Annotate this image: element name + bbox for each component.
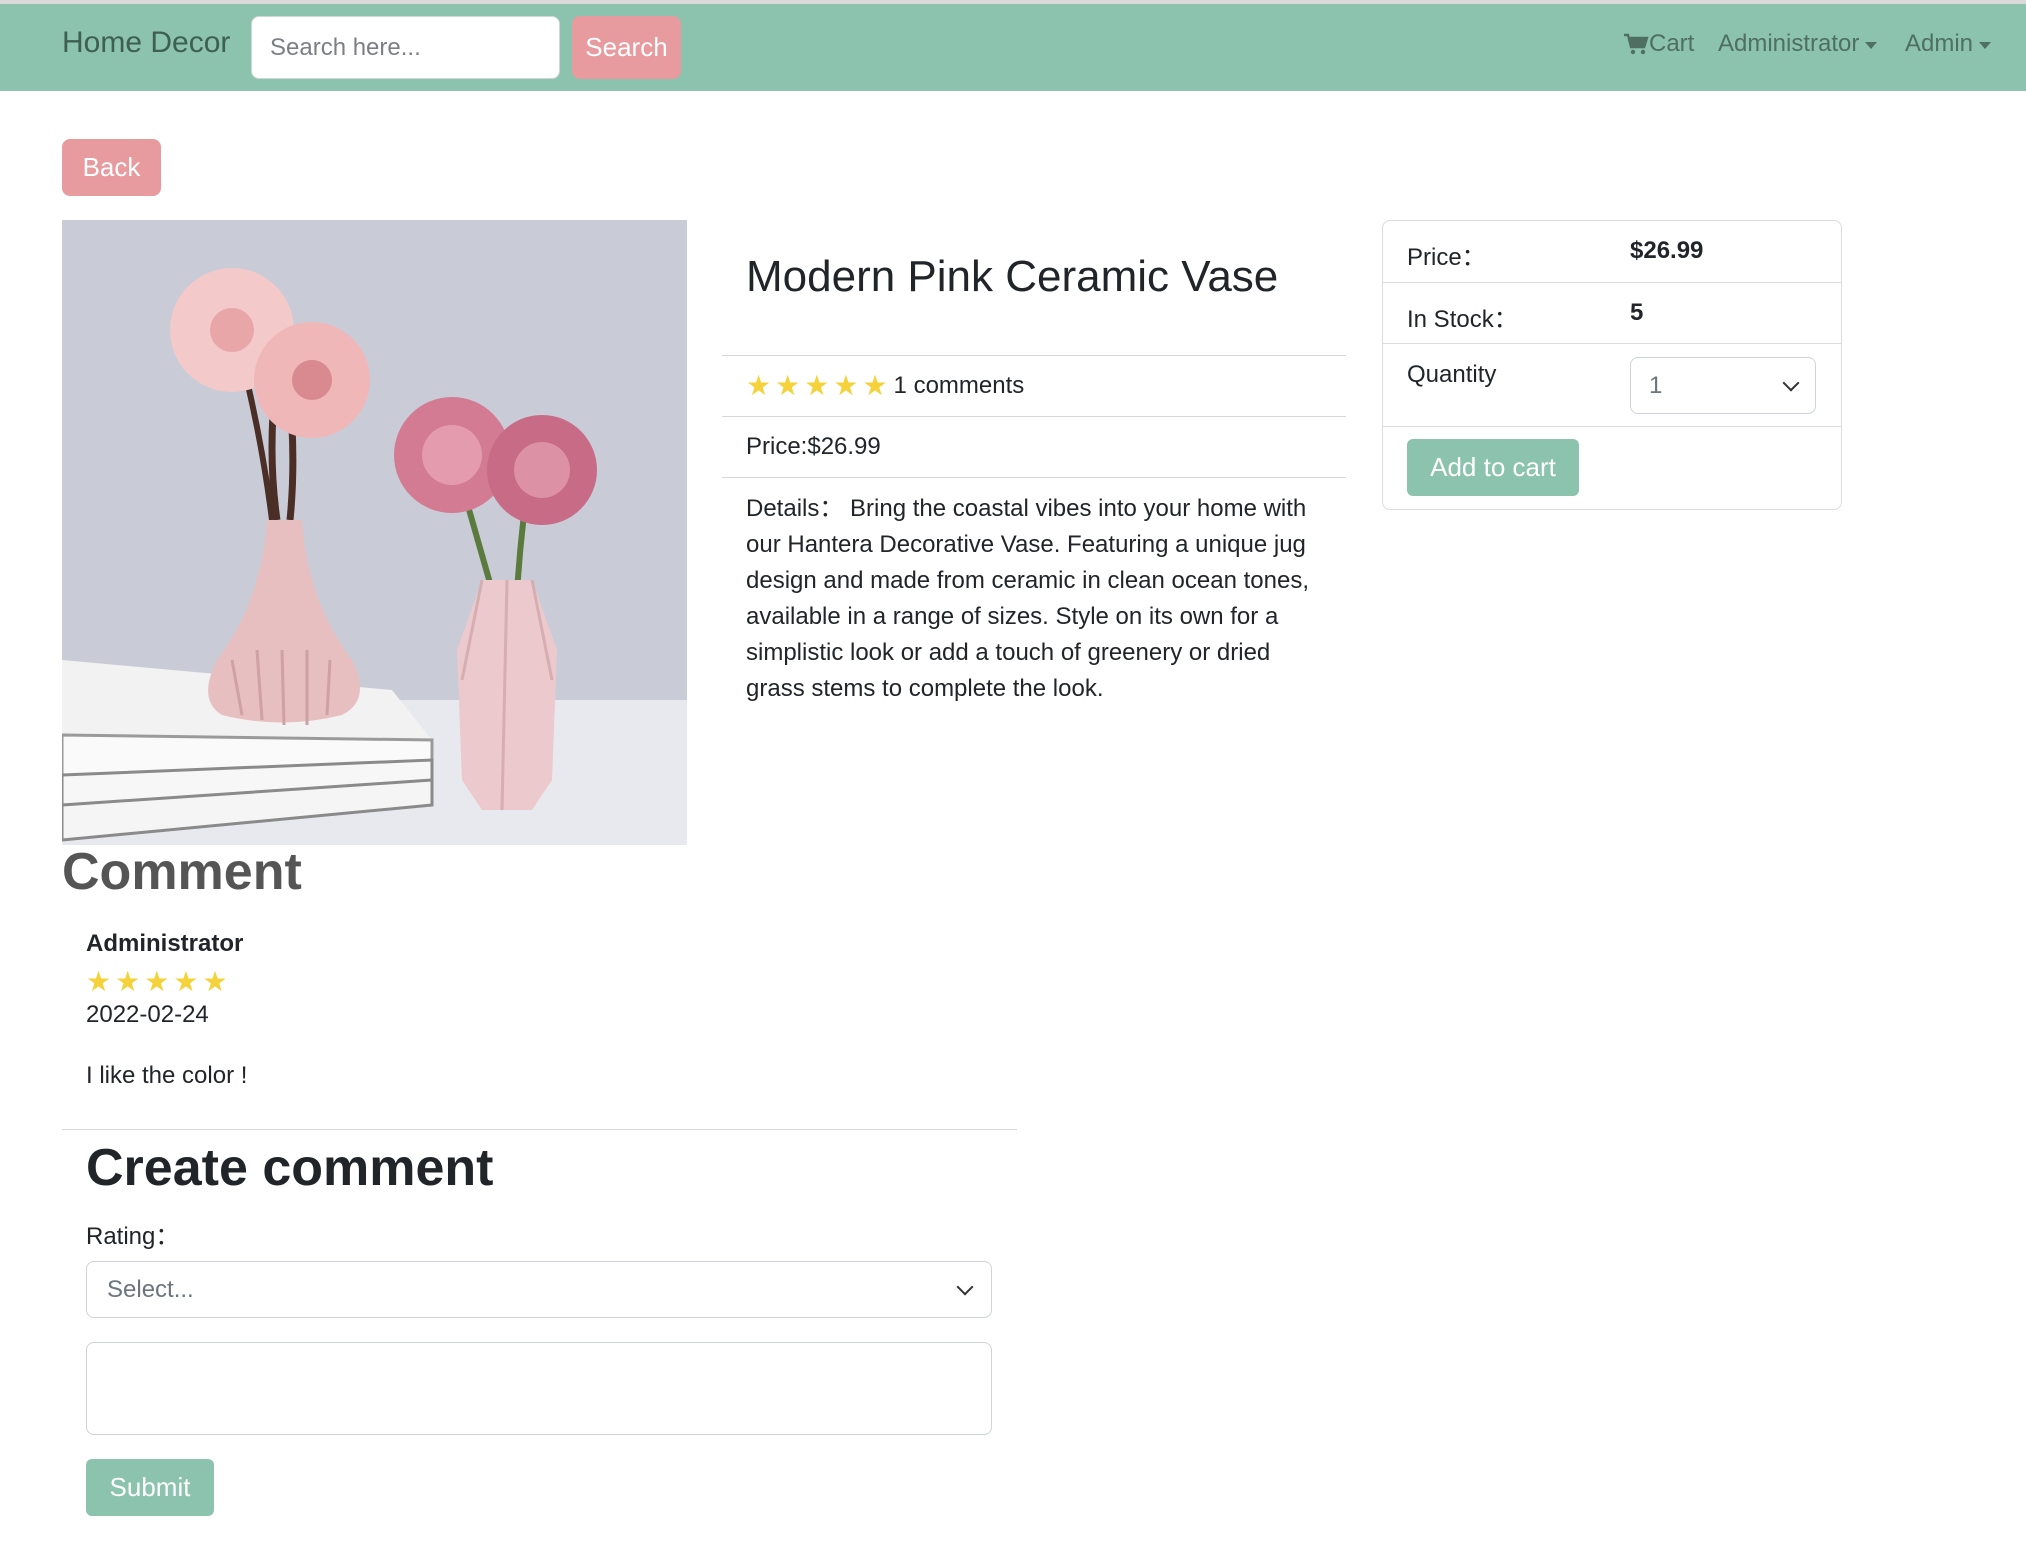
star-icon: ★ (833, 370, 859, 401)
price-label: Price： (1407, 244, 1486, 271)
star-icon: ★ (115, 966, 141, 997)
star-icon: ★ (173, 966, 199, 997)
product-title: Modern Pink Ceramic Vase (746, 252, 1279, 301)
comment-author: Administrator (86, 930, 244, 957)
star-icon: ★ (804, 370, 830, 401)
caret-down-icon (1865, 41, 1878, 49)
rating-select[interactable]: Select... (86, 1261, 992, 1318)
card-divider (1382, 426, 1842, 427)
divider (722, 477, 1346, 478)
card-divider (1382, 343, 1842, 344)
star-icon: ★ (202, 966, 228, 997)
back-button[interactable]: Back (62, 139, 161, 196)
cart-icon (1624, 33, 1649, 55)
nav-administrator-label: Administrator (1718, 30, 1860, 57)
chevron-down-icon (1782, 374, 1800, 391)
create-comment-heading: Create comment (86, 1139, 494, 1197)
product-image (62, 220, 687, 845)
star-icon: ★ (862, 370, 888, 401)
submit-button[interactable]: Submit (86, 1459, 214, 1516)
comment-rating-stars: ★ ★ ★ ★ ★ (86, 968, 228, 996)
quantity-value: 1 (1649, 371, 1663, 399)
add-to-cart-button[interactable]: Add to cart (1407, 439, 1579, 496)
star-icon: ★ (746, 370, 772, 401)
rating-select-placeholder: Select... (107, 1275, 194, 1303)
search-button[interactable]: Search (572, 16, 681, 79)
price-value: $26.99 (1630, 237, 1704, 264)
comment-date: 2022-02-24 (86, 1001, 209, 1028)
stock-label: In Stock： (1407, 306, 1518, 333)
brand-logo[interactable]: Home Decor (62, 26, 230, 60)
star-icon: ★ (144, 966, 170, 997)
nav-administrator-dropdown[interactable]: Administrator (1718, 30, 1878, 58)
nav-admin-dropdown[interactable]: Admin (1905, 30, 1992, 58)
rating-label: Rating： (86, 1223, 180, 1250)
star-icon: ★ (86, 966, 112, 997)
caret-down-icon (1979, 41, 1992, 49)
product-details: Details： Bring the coastal vibes into yo… (746, 495, 1309, 702)
card-divider (1382, 282, 1842, 283)
comment-text: I like the color ! (86, 1062, 248, 1089)
chevron-down-icon (956, 1278, 974, 1295)
comments-heading: Comment (62, 843, 302, 901)
comment-textarea[interactable] (86, 1342, 992, 1435)
divider (722, 416, 1346, 417)
divider (722, 355, 1346, 356)
quantity-select[interactable]: 1 (1630, 357, 1816, 414)
stock-value: 5 (1630, 299, 1644, 326)
quantity-label: Quantity (1407, 361, 1497, 388)
comments-count: 1 comments (893, 372, 1025, 399)
rating-stars: ★ ★ ★ ★ ★ (746, 372, 888, 400)
product-rating-row: ★ ★ ★ ★ ★ 1 comments (746, 372, 1024, 400)
nav-cart-link[interactable]: Cart (1623, 30, 1694, 58)
divider (62, 1129, 1017, 1130)
nav-cart-label: Cart (1649, 30, 1695, 57)
star-icon: ★ (775, 370, 801, 401)
product-price-line: Price:$26.99 (746, 433, 881, 460)
search-input[interactable] (251, 16, 560, 79)
nav-admin-label: Admin (1905, 30, 1974, 57)
